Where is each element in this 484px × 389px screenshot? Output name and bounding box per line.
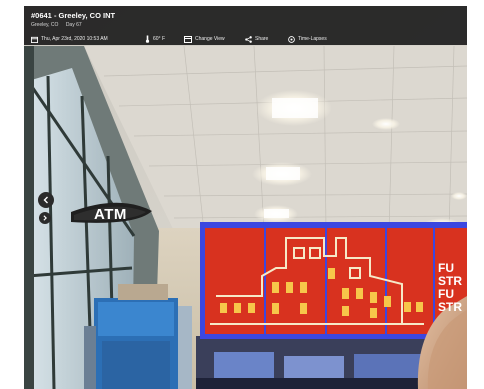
time-lapses-button[interactable]: Time-Lapses [288, 33, 327, 45]
camera-subtitle: Greeley, CO Day 67 [31, 22, 88, 28]
menu-sign-text: FU STR FU STR [438, 262, 462, 314]
camera-header: #0641 - Greeley, CO INT Greeley, CO Day … [24, 6, 467, 45]
chevron-right-icon [43, 215, 47, 221]
share-button[interactable]: Share [245, 33, 268, 45]
datetime-label: Thu, Apr 23rd, 2020 10:53 AM [41, 36, 108, 42]
temperature-readout: 60° F [145, 33, 165, 45]
clock-icon [288, 35, 295, 43]
calendar-icon [31, 36, 38, 43]
share-icon [245, 35, 252, 43]
camera-location: Greeley, CO [31, 22, 59, 28]
change-view-button[interactable]: Change View [184, 33, 225, 45]
temperature-label: 60° F [153, 36, 166, 42]
camera-day: Day 67 [65, 22, 82, 28]
webcam-image [24, 6, 467, 389]
menu-sign-line: STR [438, 300, 462, 314]
time-lapses-label: Time-Lapses [298, 36, 327, 42]
camera-title: #0641 - Greeley, CO INT [31, 11, 116, 20]
next-image-button[interactable] [39, 212, 51, 224]
camera-toolbar: Thu, Apr 23rd, 2020 10:53 AM 60° F Chang… [24, 33, 467, 45]
view-icon [184, 35, 192, 43]
share-label: Share [255, 36, 269, 42]
atm-sign-label: ATM [94, 206, 127, 223]
prev-image-button[interactable] [38, 192, 54, 208]
change-view-label: Change View [195, 36, 225, 42]
chevron-left-icon [43, 196, 48, 204]
webcam-viewer: ATM FU STR FU STR #0641 - Greeley, CO IN… [24, 6, 467, 389]
datetime-selector[interactable]: Thu, Apr 23rd, 2020 10:53 AM [31, 33, 108, 45]
thermometer-icon [145, 35, 150, 43]
